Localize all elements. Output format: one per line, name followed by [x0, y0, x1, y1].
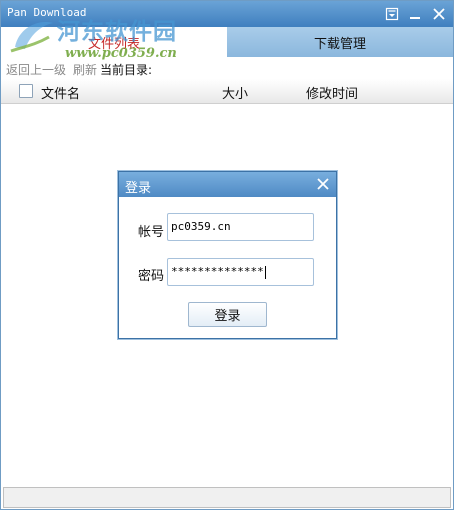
login-button-label: 登录 — [214, 309, 241, 324]
current-directory-label: 当前目录: — [100, 63, 153, 77]
login-button[interactable]: 登录 — [188, 302, 267, 327]
column-size[interactable]: 大小 — [222, 83, 248, 102]
account-label: 帐号 — [138, 225, 165, 240]
file-table-header: 文件名 大小 修改时间 — [1, 79, 453, 104]
password-input[interactable]: ************** — [167, 258, 314, 286]
password-label: 密码 — [138, 269, 165, 284]
minimize-icon[interactable] — [406, 5, 424, 23]
tab-download-manager[interactable]: 下载管理 — [227, 27, 453, 57]
dialog-close-icon[interactable] — [315, 176, 331, 192]
watermark-url: www.pc0359.cn — [65, 46, 177, 61]
back-up-link[interactable]: 返回上一级 — [6, 61, 66, 78]
select-all-checkbox[interactable] — [19, 84, 33, 98]
login-dialog: 登录 帐号 pc0359.cn 密码 ************** 登录 — [118, 171, 337, 339]
password-input-value: ************** — [171, 265, 264, 278]
account-input-value: pc0359.cn — [171, 220, 231, 233]
close-icon[interactable] — [430, 5, 448, 23]
login-dialog-body: 帐号 pc0359.cn 密码 ************** 登录 — [119, 197, 336, 338]
app-window: Pan Download 文件列表 下载管理 返回上一级 刷新 当前目录: 文件… — [0, 0, 454, 510]
watermark-site-name: 河东软件园 — [57, 19, 177, 45]
tab-download-manager-label: 下载管理 — [313, 36, 366, 52]
account-input[interactable]: pc0359.cn — [167, 213, 314, 241]
menu-icon[interactable] — [383, 5, 401, 23]
refresh-link[interactable]: 刷新 — [73, 61, 97, 78]
watermark-logo-icon — [10, 22, 53, 53]
text-caret — [264, 265, 266, 279]
column-modified-time[interactable]: 修改时间 — [306, 83, 358, 102]
status-bar — [3, 487, 451, 508]
column-file-name[interactable]: 文件名 — [41, 83, 80, 102]
login-dialog-title-bar[interactable]: 登录 — [119, 172, 336, 197]
login-dialog-title: 登录 — [125, 181, 152, 196]
